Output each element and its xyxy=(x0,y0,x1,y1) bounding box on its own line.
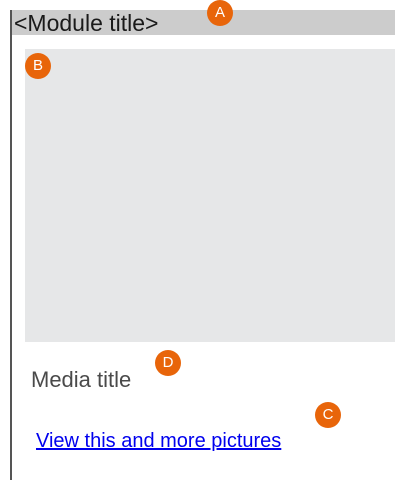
view-more-pictures-link[interactable]: View this and more pictures xyxy=(36,428,281,454)
annotation-badge-b: B xyxy=(25,53,51,79)
annotation-badge-a: A xyxy=(207,0,233,26)
media-placeholder[interactable] xyxy=(25,49,395,342)
module-title: <Module title> xyxy=(14,10,159,36)
annotation-badge-d: D xyxy=(155,350,181,376)
annotation-badge-c: C xyxy=(315,402,341,428)
media-title: Media title xyxy=(31,367,132,392)
module-header: <Module title> xyxy=(12,10,395,36)
